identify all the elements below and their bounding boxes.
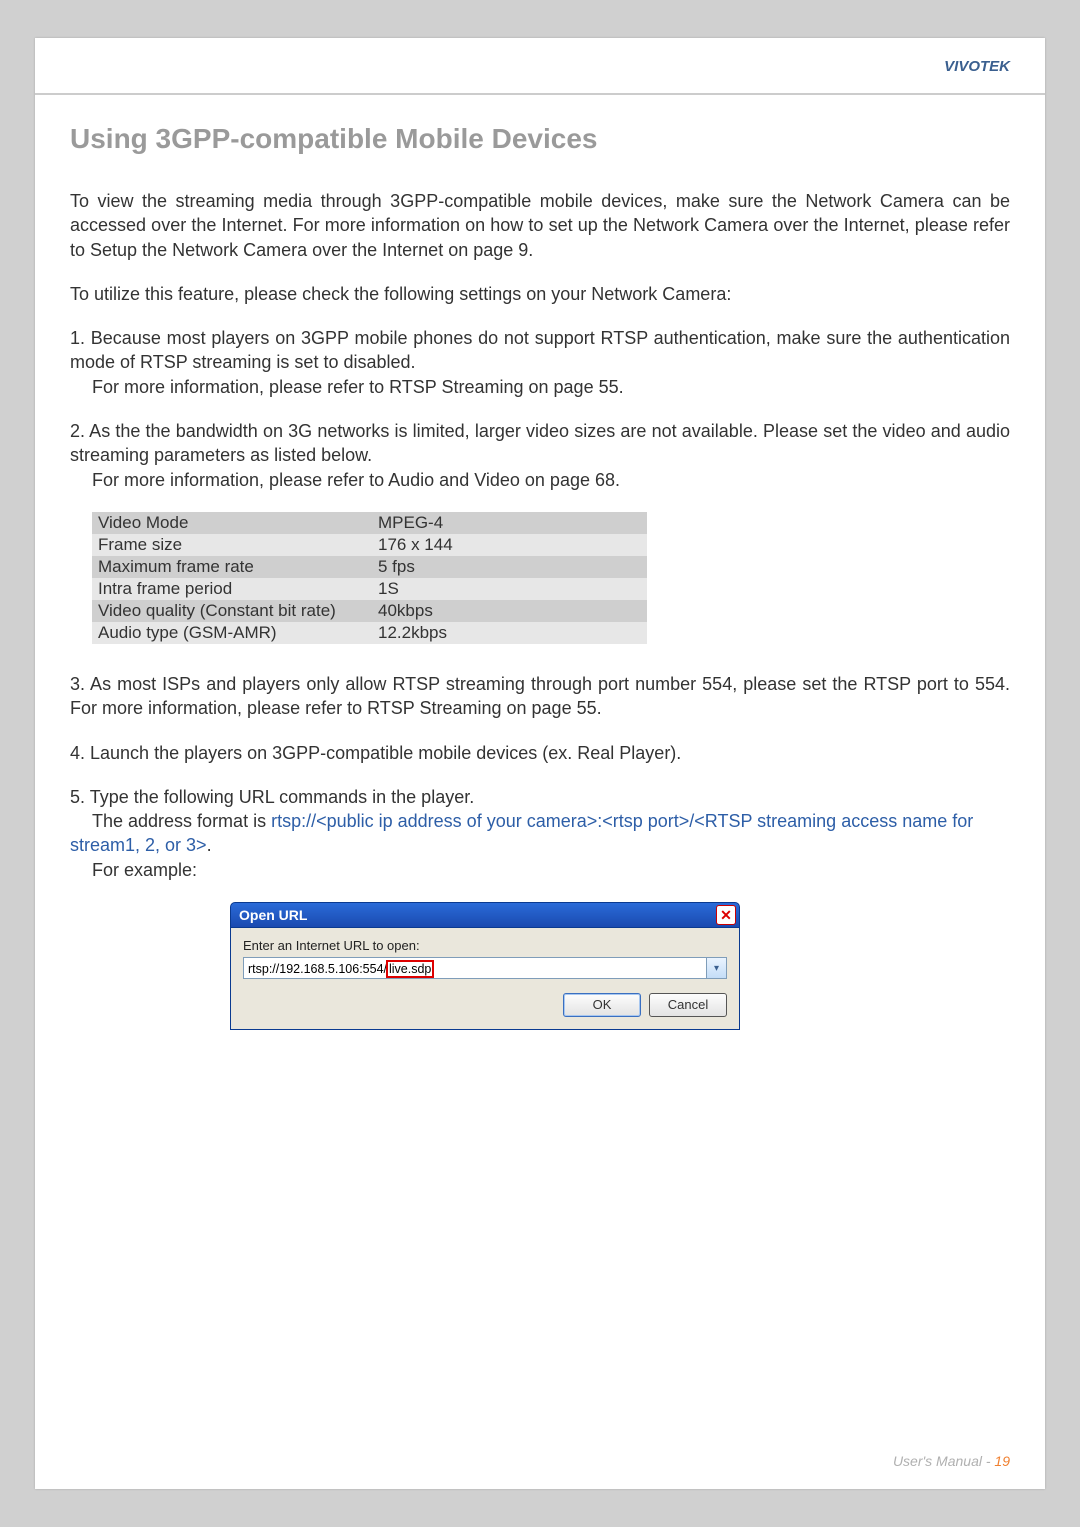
close-icon[interactable]: ✕ bbox=[716, 905, 736, 925]
step-2: 2. As the the bandwidth on 3G networks i… bbox=[70, 419, 1010, 492]
setting-label: Frame size bbox=[92, 534, 372, 556]
dialog-body: Enter an Internet URL to open: rtsp://19… bbox=[230, 928, 740, 1030]
header-divider bbox=[35, 93, 1045, 95]
document-page: VIVOTEK Using 3GPP-compatible Mobile Dev… bbox=[35, 38, 1045, 1489]
url-prefix-text: rtsp://192.168.5.106:554/ bbox=[248, 962, 387, 976]
table-row: Intra frame period 1S bbox=[92, 578, 647, 600]
setting-value: 176 x 144 bbox=[372, 534, 647, 556]
setting-value: MPEG-4 bbox=[372, 512, 647, 534]
step-5-text-c: For example: bbox=[70, 858, 197, 882]
ok-button[interactable]: OK bbox=[563, 993, 641, 1017]
step-3: 3. As most ISPs and players only allow R… bbox=[70, 672, 1010, 721]
step-1-text-b: For more information, please refer to RT… bbox=[70, 375, 624, 399]
open-url-dialog: Open URL ✕ Enter an Internet URL to open… bbox=[230, 902, 740, 1030]
step-2-text-b: For more information, please refer to Au… bbox=[70, 468, 620, 492]
dialog-titlebar[interactable]: Open URL ✕ bbox=[230, 902, 740, 928]
page-number: 19 bbox=[994, 1453, 1010, 1469]
url-input-label: Enter an Internet URL to open: bbox=[243, 938, 727, 953]
setting-value: 12.2kbps bbox=[372, 622, 647, 644]
setting-label: Video quality (Constant bit rate) bbox=[92, 600, 372, 622]
step-5: 5. Type the following URL commands in th… bbox=[70, 785, 1010, 882]
setting-value: 5 fps bbox=[372, 556, 647, 578]
step-5-text-a: 5. Type the following URL commands in th… bbox=[70, 787, 474, 807]
footer-label: User's Manual - bbox=[893, 1453, 994, 1469]
step-1-text-a: 1. Because most players on 3GPP mobile p… bbox=[70, 328, 1010, 372]
table-row: Maximum frame rate 5 fps bbox=[92, 556, 647, 578]
cancel-button[interactable]: Cancel bbox=[649, 993, 727, 1017]
brand-name: VIVOTEK bbox=[944, 58, 1010, 75]
section-heading: Using 3GPP-compatible Mobile Devices bbox=[70, 123, 1010, 155]
table-row: Frame size 176 x 144 bbox=[92, 534, 647, 556]
setting-label: Video Mode bbox=[92, 512, 372, 534]
dialog-button-row: OK Cancel bbox=[243, 993, 727, 1017]
step-5-text-b-post: . bbox=[207, 835, 212, 855]
table-row: Video quality (Constant bit rate) 40kbps bbox=[92, 600, 647, 622]
url-highlight-box: live.sdp bbox=[386, 960, 434, 978]
settings-table: Video Mode MPEG-4 Frame size 176 x 144 M… bbox=[92, 512, 647, 644]
page-footer: User's Manual - 19 bbox=[893, 1453, 1010, 1469]
table-row: Audio type (GSM-AMR) 12.2kbps bbox=[92, 622, 647, 644]
setting-label: Intra frame period bbox=[92, 578, 372, 600]
setting-value: 1S bbox=[372, 578, 647, 600]
step-1: 1. Because most players on 3GPP mobile p… bbox=[70, 326, 1010, 399]
step-4: 4. Launch the players on 3GPP-compatible… bbox=[70, 741, 1010, 765]
setting-label: Maximum frame rate bbox=[92, 556, 372, 578]
lead-paragraph: To utilize this feature, please check th… bbox=[70, 282, 1010, 306]
url-input-row: rtsp://192.168.5.106:554/live.sdp ▾ bbox=[243, 957, 727, 979]
step-5-text-b-pre: The address format is bbox=[70, 811, 271, 831]
url-input[interactable]: rtsp://192.168.5.106:554/live.sdp bbox=[243, 957, 707, 979]
dropdown-button[interactable]: ▾ bbox=[707, 957, 727, 979]
table-row: Video Mode MPEG-4 bbox=[92, 512, 647, 534]
url-highlight-text: live.sdp bbox=[389, 962, 431, 976]
setting-value: 40kbps bbox=[372, 600, 647, 622]
dialog-title: Open URL bbox=[239, 907, 307, 923]
step-2-text-a: 2. As the the bandwidth on 3G networks i… bbox=[70, 421, 1010, 465]
setting-label: Audio type (GSM-AMR) bbox=[92, 622, 372, 644]
page-content: Using 3GPP-compatible Mobile Devices To … bbox=[70, 123, 1010, 1030]
chevron-down-icon: ▾ bbox=[714, 963, 719, 974]
intro-paragraph: To view the streaming media through 3GPP… bbox=[70, 189, 1010, 262]
